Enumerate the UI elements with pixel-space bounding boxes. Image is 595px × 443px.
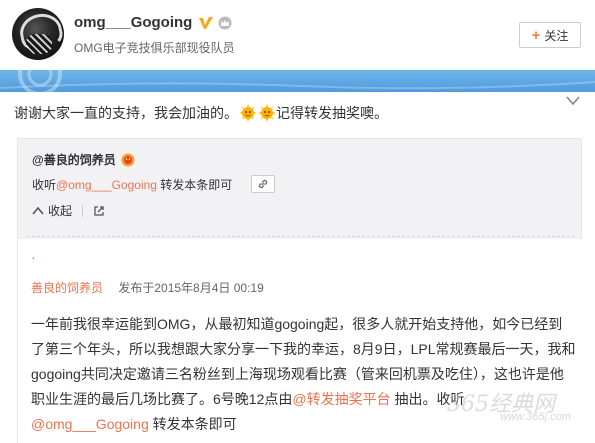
article-time: 发布于2015年8月4日 00:19 xyxy=(118,281,264,295)
name-row: omg___Gogoing xyxy=(74,14,232,31)
action-divider xyxy=(82,204,84,217)
view-original-button[interactable] xyxy=(93,205,105,217)
avatar[interactable] xyxy=(12,8,64,60)
link-icon xyxy=(258,179,268,189)
external-link-icon xyxy=(94,205,104,216)
member-badge-icon xyxy=(121,153,135,166)
post-text-main: 谢谢大家一直的支持，我会加油的。 xyxy=(14,105,238,121)
collapse-label: 收起 xyxy=(48,204,73,218)
article-bullet: · xyxy=(31,249,36,265)
article-topic-link[interactable]: @转发抽奖平台 xyxy=(292,391,390,407)
banner-decoration xyxy=(0,70,595,92)
crown-icon xyxy=(218,16,232,29)
watermark-sub: www.365j.com xyxy=(500,411,571,423)
article-meta: 善良的饲养员 发布于2015年8月4日 00:19 xyxy=(31,279,264,296)
sun-smile-emoji xyxy=(239,104,257,122)
article-author[interactable]: 善良的饲养员 xyxy=(31,281,103,295)
profile-banner xyxy=(0,70,595,92)
user-name[interactable]: omg___Gogoing xyxy=(74,14,192,31)
profile-header: omg___Gogoing OMG电子竞技俱乐部现役队员 + 关注 xyxy=(0,0,595,70)
plus-icon: + xyxy=(531,26,541,44)
repost-text-prefix: 收听 xyxy=(32,178,57,192)
post-text: 谢谢大家一直的支持，我会加油的。 记得转发抽奖噢。 xyxy=(14,103,388,123)
follow-label: 关注 xyxy=(544,28,569,43)
article-text-part3: 转发本条即可 xyxy=(148,416,237,432)
sun-smile-emoji xyxy=(258,104,276,122)
user-description: OMG电子竞技俱乐部现役队员 xyxy=(74,41,235,55)
article-mention[interactable]: @omg___Gogoing xyxy=(31,416,149,432)
post-text-tail: 记得转发抽奖噢。 xyxy=(276,105,388,121)
repost-author[interactable]: @善良的饲养员 xyxy=(32,151,116,168)
verified-icon xyxy=(199,16,214,29)
chevron-down-icon[interactable] xyxy=(566,96,580,106)
link-chip[interactable] xyxy=(251,175,275,193)
chevron-up-icon xyxy=(32,206,44,215)
divider xyxy=(27,236,575,237)
repost-text-suffix: 转发本条即可 xyxy=(156,178,233,192)
repost-mention[interactable]: @omg___Gogoing xyxy=(56,178,157,192)
follow-button[interactable]: + 关注 xyxy=(519,22,581,48)
collapse-button[interactable]: 收起 xyxy=(32,202,72,219)
repost-author-line: @善良的饲养员 xyxy=(32,151,136,168)
repost-actions: 收起 xyxy=(32,202,105,219)
article-text: 一年前我很幸运能到OMG，从最初知道gogoing起，很多人就开始支持他，如今已… xyxy=(31,312,576,437)
repost-text: 收听@omg___Gogoing 转发本条即可 xyxy=(32,176,232,193)
